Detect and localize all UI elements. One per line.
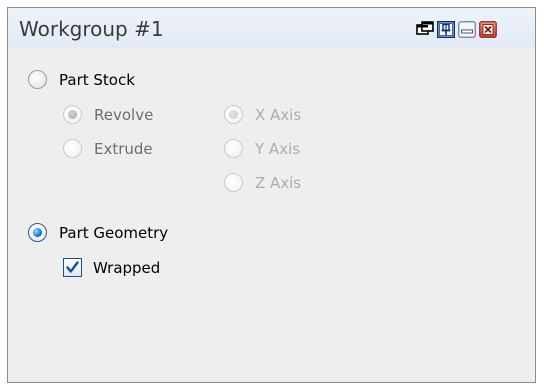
- revolve-label: Revolve: [94, 105, 154, 124]
- extrude-radio-indicator[interactable]: [63, 139, 82, 158]
- z-axis-label: Z Axis: [255, 173, 302, 192]
- window-title: Workgroup #1: [19, 17, 164, 41]
- y-axis-label: Y Axis: [255, 139, 301, 158]
- extrude-radio[interactable]: Extrude: [63, 139, 153, 158]
- title-bar[interactable]: Workgroup #1: [8, 8, 535, 48]
- minimize-icon: [458, 21, 476, 38]
- float-window-icon: [416, 21, 434, 35]
- x-axis-label: X Axis: [255, 105, 302, 124]
- wrapped-label: Wrapped: [93, 258, 161, 277]
- x-axis-radio-indicator[interactable]: [224, 105, 243, 124]
- minimize-button[interactable]: [458, 21, 476, 38]
- wrapped-checkbox[interactable]: Wrapped: [63, 258, 160, 277]
- part-stock-radio[interactable]: Part Stock: [28, 70, 135, 89]
- close-icon: [479, 21, 497, 38]
- close-button[interactable]: [479, 21, 497, 38]
- part-geometry-label: Part Geometry: [59, 223, 169, 242]
- revolve-radio[interactable]: Revolve: [63, 105, 153, 124]
- part-stock-label: Part Stock: [59, 70, 135, 89]
- part-geometry-radio-indicator[interactable]: [28, 223, 47, 242]
- x-axis-radio[interactable]: X Axis: [224, 105, 301, 124]
- z-axis-radio-indicator[interactable]: [224, 173, 243, 192]
- part-stock-radio-indicator[interactable]: [28, 70, 47, 89]
- pin-icon: [437, 21, 455, 38]
- y-axis-radio[interactable]: Y Axis: [224, 139, 300, 158]
- check-mark-icon: [66, 261, 79, 273]
- y-axis-radio-indicator[interactable]: [224, 139, 243, 158]
- pin-button[interactable]: [437, 21, 455, 38]
- extrude-label: Extrude: [94, 139, 153, 158]
- workgroup-panel: Workgroup #1 Part Stock Revolve Extrude …: [7, 7, 536, 383]
- wrapped-checkbox-box[interactable]: [63, 258, 82, 277]
- part-geometry-radio[interactable]: Part Geometry: [28, 223, 168, 242]
- float-window-button[interactable]: [416, 21, 434, 38]
- z-axis-radio[interactable]: Z Axis: [224, 173, 301, 192]
- revolve-radio-indicator[interactable]: [63, 105, 82, 124]
